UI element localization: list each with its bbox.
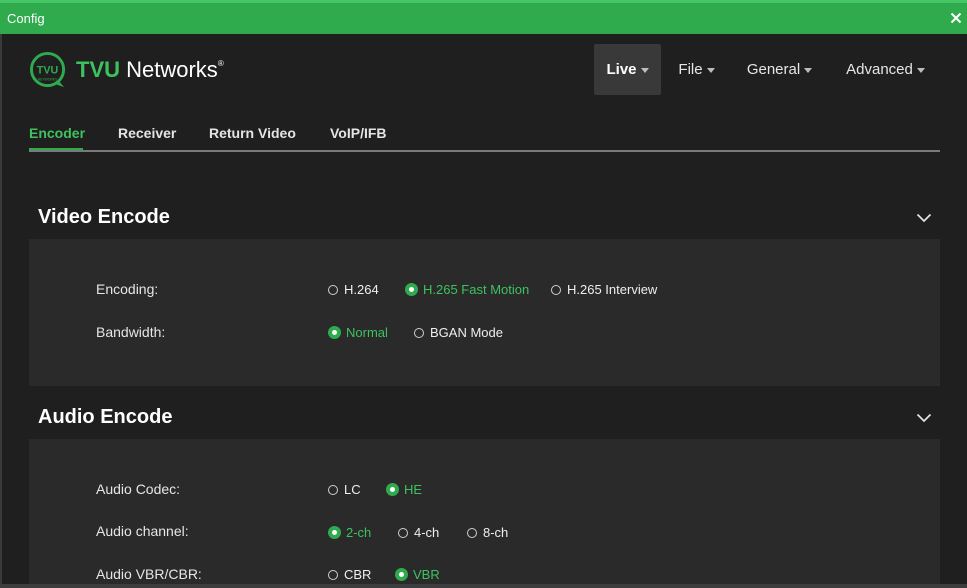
radio-2ch[interactable]: 2-ch xyxy=(328,525,371,540)
tvu-logo-icon: TVU NETWORKS xyxy=(29,51,66,87)
tab-receiver[interactable]: Receiver xyxy=(118,125,176,141)
radio-bgan-mode-label: BGAN Mode xyxy=(430,325,503,340)
radio-circle-selected xyxy=(328,326,341,339)
caret-down-icon xyxy=(804,68,813,73)
radio-lc[interactable]: LC xyxy=(328,482,361,497)
nav-advanced-label: Advanced xyxy=(846,61,913,78)
video-encode-panel xyxy=(29,239,940,386)
radio-bgan-mode[interactable]: BGAN Mode xyxy=(414,325,503,340)
svg-text:TVU: TVU xyxy=(37,64,59,76)
radio-2ch-label: 2-ch xyxy=(346,525,372,540)
radio-h264-label: H.264 xyxy=(344,282,379,297)
nav-file[interactable]: File xyxy=(674,44,719,95)
radio-normal-label: Normal xyxy=(346,325,388,340)
radio-circle xyxy=(414,327,424,338)
radio-4ch-label: 4-ch xyxy=(414,525,440,540)
radio-circle xyxy=(551,284,561,295)
audio-encode-title: Audio Encode xyxy=(38,406,173,428)
radio-cbr-label: CBR xyxy=(344,567,372,582)
bandwidth-label: Bandwidth: xyxy=(96,324,166,340)
chevron-down-icon[interactable] xyxy=(916,213,932,223)
radio-circle xyxy=(467,527,477,538)
radio-h265-interview[interactable]: H.265 Interview xyxy=(551,282,657,297)
radio-circle-selected xyxy=(328,526,341,539)
brand-name: TVU Networks® xyxy=(76,57,224,83)
nav-general-label: General xyxy=(746,61,801,78)
nav-file-label: File xyxy=(678,61,703,78)
brand-name-tvu: TVU xyxy=(76,57,120,82)
radio-cbr[interactable]: CBR xyxy=(328,567,371,582)
nav-advanced[interactable]: Advanced xyxy=(840,44,931,95)
audio-channel-label: Audio channel: xyxy=(96,523,189,539)
radio-vbr-label: VBR xyxy=(413,567,440,582)
brand-trademark: ® xyxy=(217,59,224,68)
radio-circle xyxy=(328,569,338,580)
radio-4ch[interactable]: 4-ch xyxy=(398,525,439,540)
caret-down-icon xyxy=(916,68,925,73)
config-tabs: Encoder Receiver Return Video VoIP/IFB xyxy=(29,122,940,152)
radio-8ch[interactable]: 8-ch xyxy=(467,525,508,540)
radio-8ch-label: 8-ch xyxy=(483,525,509,540)
nav-general[interactable]: General xyxy=(743,44,816,95)
radio-vbr[interactable]: VBR xyxy=(395,567,440,582)
radio-h265-fast-motion-label: H.265 Fast Motion xyxy=(423,282,530,297)
window-frame-bottom xyxy=(0,584,967,588)
tab-encoder[interactable]: Encoder xyxy=(29,125,85,141)
nav-live-label: Live xyxy=(606,61,637,78)
caret-down-icon xyxy=(706,68,715,73)
radio-he-label: HE xyxy=(404,482,423,497)
encoding-label: Encoding: xyxy=(96,281,159,297)
radio-lc-label: LC xyxy=(344,482,361,497)
window-titlebar: Config xyxy=(0,0,967,34)
audio-encode-panel xyxy=(29,439,940,584)
video-encode-title: Video Encode xyxy=(38,206,170,228)
radio-circle xyxy=(328,284,338,295)
brand-logo: TVU NETWORKS TVU Networks® xyxy=(29,50,224,90)
radio-he[interactable]: HE xyxy=(386,482,422,497)
radio-circle xyxy=(328,484,338,495)
tab-voip-ifb[interactable]: VoIP/IFB xyxy=(330,125,387,141)
radio-h264[interactable]: H.264 xyxy=(328,282,379,297)
radio-h265-interview-label: H.265 Interview xyxy=(567,282,658,297)
active-tab-indicator xyxy=(29,148,83,150)
brand-name-networks: Networks xyxy=(126,57,218,82)
radio-h265-fast-motion[interactable]: H.265 Fast Motion xyxy=(405,282,529,297)
audio-vbr-cbr-label: Audio VBR/CBR: xyxy=(96,566,202,582)
window-title: Config xyxy=(7,11,45,26)
config-content: TVU NETWORKS TVU Networks® Live File Gen… xyxy=(2,34,967,584)
chevron-down-icon[interactable] xyxy=(916,413,932,423)
radio-normal[interactable]: Normal xyxy=(328,325,388,340)
nav-live[interactable]: Live xyxy=(594,44,661,95)
close-icon[interactable] xyxy=(948,10,964,26)
caret-down-icon xyxy=(640,68,649,73)
radio-circle-selected xyxy=(395,568,408,581)
radio-circle-selected xyxy=(386,483,399,496)
svg-text:NETWORKS: NETWORKS xyxy=(38,77,58,81)
radio-circle-selected xyxy=(405,283,418,296)
audio-codec-label: Audio Codec: xyxy=(96,481,181,497)
tab-return-video[interactable]: Return Video xyxy=(209,125,296,141)
radio-circle xyxy=(398,527,408,538)
